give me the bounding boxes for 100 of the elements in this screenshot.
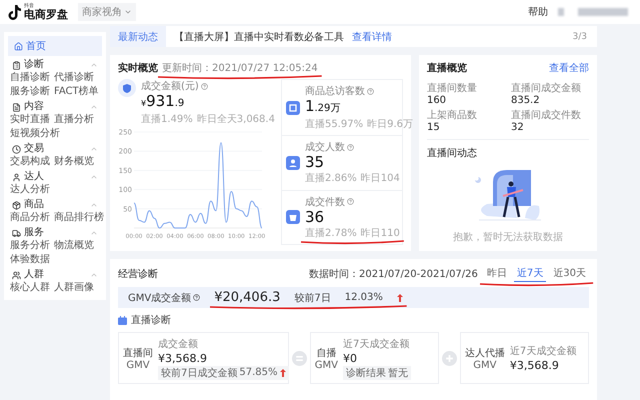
document-icon [12,102,21,112]
range-tab[interactable]: 昨日 [484,265,510,282]
range-tab[interactable]: 近30天 [550,265,589,282]
live-share: 直播1.49% [141,112,193,126]
up-arrow-icon [396,294,403,302]
card-title: 经营诊断 [118,268,158,280]
sidebar-subitem[interactable]: 体验数据 [10,254,50,266]
card-title: 直播概览 [426,62,467,75]
card-title: 实时概览 [118,61,158,75]
view-all-link[interactable]: 查看全部 [549,61,589,75]
currency-sign: ¥ [141,98,146,110]
sidebar-subitem[interactable]: 商品分析 [10,212,50,224]
shield-icon [118,79,136,97]
change-value: 12.03% [344,292,383,303]
clipboard-icon [12,60,21,70]
metric-value: 1 [304,98,314,115]
metric-value: 931 [146,93,175,110]
sidebar-subitem[interactable]: 服务诊断 [10,86,50,98]
metric-decimal: .9 [174,97,184,111]
sidebar-subitem[interactable]: 交易构成 [10,156,50,168]
section-title: 直播间动态 [426,146,478,160]
help-icon [366,88,374,94]
compare-tag: 较前7日成交金额 57.85% [158,366,289,380]
update-time: 更新时间：2021/07/27 12:05:24 [162,61,318,75]
sidebar-subitem[interactable]: 服务分析 [10,240,50,252]
note-logo-icon [8,4,21,20]
caret-icon [90,145,98,153]
people-icon [12,270,21,280]
help-link[interactable]: 帮助 [528,5,548,19]
section-title: 直播诊断 [131,314,171,327]
source-name: 直播间 [123,346,153,360]
sidebar-subitem[interactable]: 代播诊断 [54,72,94,84]
plus-icon [442,350,457,366]
square-icon [284,100,301,116]
metric-label: 成交金额(元) [141,79,275,93]
caret-icon [90,271,98,279]
source-name: 自播 [316,346,336,360]
sidebar-subitem[interactable]: 实时直播 [10,114,50,126]
metric-decimal: .29万 [314,102,340,116]
caret-icon [90,103,98,111]
equals-icon [292,350,307,366]
sidebar-item[interactable]: 首页 [8,36,102,56]
brand-name: 电商罗盘 [24,9,68,20]
sidebar-group[interactable]: 商品 [4,199,106,211]
metric-label: 上架商品数 [426,108,478,122]
help-icon [200,82,208,90]
sidebar-subitem[interactable]: 物流概览 [54,240,94,252]
metric-label: GMV成交金额 [128,290,200,304]
caret-icon [124,8,132,16]
page-counter: 3/3 [572,32,587,42]
person-icon [284,154,301,171]
help-icon [346,144,354,151]
details-link[interactable]: 查看详情 [352,30,392,44]
metric-label: 成交金额 [158,338,199,350]
metric-value: 160 [426,95,448,106]
range-tab[interactable]: 近7天 [514,265,546,282]
sidebar-group[interactable]: 人群 [4,269,106,281]
live-share: 直播2.78% [304,226,357,240]
notice-tab[interactable]: 最新动态 [110,26,166,47]
yesterday-value: 昨日9.6万 [367,118,413,131]
metric-value: 32 [510,122,525,133]
up-arrow-icon [280,368,286,376]
sidebar-group[interactable]: 服务 [4,227,106,239]
yesterday-value: 昨日104 [360,172,400,186]
gmv-value: ¥20,406.3 [214,290,280,305]
clock-icon [12,144,21,154]
help-icon [346,198,354,206]
caret-icon [90,173,98,181]
help-icon [193,294,200,301]
metric-label: 成交人数 [304,140,399,154]
empty-message: 抱歉，暂时无法获取数据 [452,230,563,244]
sidebar-group[interactable]: 达人 [4,171,106,183]
caret-icon [90,61,98,69]
sidebar-group[interactable]: 内容 [4,101,106,113]
sidebar-subitem[interactable]: 直播分析 [54,114,94,126]
sidebar-subitem[interactable]: 财务概览 [54,156,94,168]
sidebar-subitem[interactable]: FACT榜单 [54,86,99,98]
metric-label: 直播间数量 [426,82,478,95]
notice-text: 【直播大屏】直播中实时看数必备工具 [174,30,344,44]
live-share: 直播55.97% [304,118,364,131]
home-icon [14,42,23,50]
sidebar-subitem[interactable]: 达人分析 [10,184,50,196]
sidebar-group[interactable]: 交易 [4,143,106,155]
caret-icon [90,201,98,209]
sidebar-subitem[interactable]: 核心人群 [10,282,50,294]
metric-value: 35 [304,154,324,172]
sidebar-subitem[interactable]: 商品排行榜 [54,212,104,224]
sidebar-subitem[interactable]: 自播诊断 [10,72,50,84]
metric-label: 直播间成交金额 [510,82,582,95]
live-share: 直播2.86% [304,172,357,186]
metric-value: 15 [426,122,441,133]
sidebar-group[interactable]: 诊断 [4,59,106,71]
caret-icon [90,229,98,237]
sidebar-subitem[interactable]: 人群画像 [54,282,94,294]
sidebar-subitem[interactable]: 短视频分析 [10,128,60,140]
data-period: 数据时间：2021/07/20-2021/07/26 [309,268,478,280]
source-name: 达人代播 [464,346,505,360]
metric-value: ¥3,568.9 [158,352,208,364]
basket-icon [284,209,301,226]
metric-label: 成交件数 [304,194,399,209]
